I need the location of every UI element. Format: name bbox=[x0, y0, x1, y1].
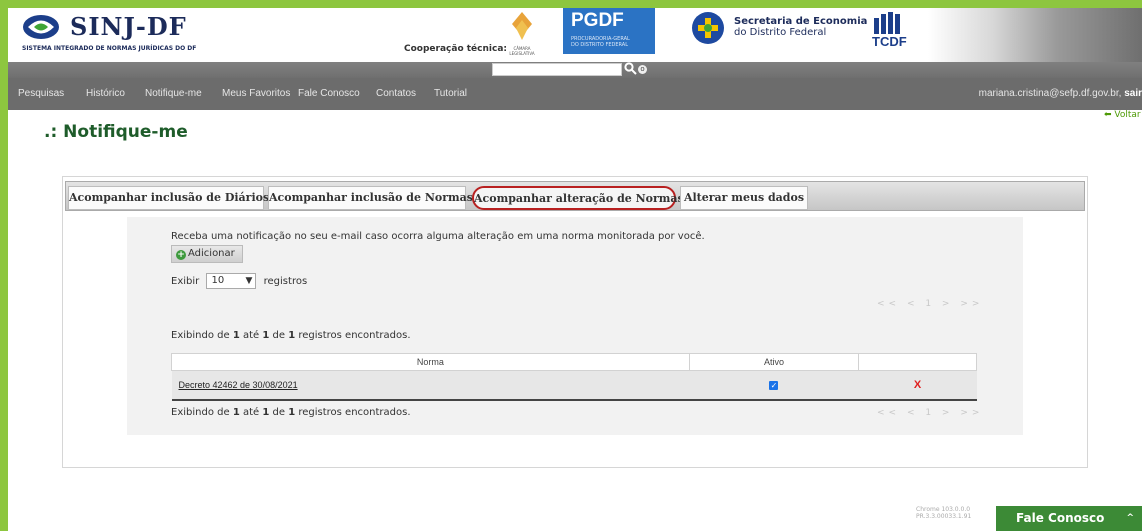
sinj-logo[interactable]: SINJ-DF SISTEMA INTEGRADO DE NORMAS JURÍ… bbox=[22, 12, 242, 60]
page-frame-top bbox=[0, 0, 1142, 8]
delete-icon[interactable]: X bbox=[914, 379, 921, 391]
sinj-logo-icon bbox=[23, 15, 59, 39]
user-info: mariana.cristina@sefp.df.gov.br, sair bbox=[979, 88, 1142, 99]
camara-logo[interactable]: CÂMARA LEGISLATIVA bbox=[502, 10, 542, 58]
user-email: mariana.cristina@sefp.df.gov.br, bbox=[978, 88, 1122, 99]
site-header: SINJ-DF SISTEMA INTEGRADO DE NORMAS JURÍ… bbox=[8, 8, 1142, 62]
nav-item-pesquisas[interactable]: Pesquisas bbox=[18, 88, 64, 99]
info-total: 1 bbox=[288, 407, 296, 418]
nav-item-fale-conosco[interactable]: Fale Conosco bbox=[298, 88, 360, 99]
page-size-value: 10 bbox=[211, 275, 225, 286]
search-icon[interactable] bbox=[624, 62, 638, 78]
info-mid: até bbox=[242, 330, 260, 341]
pgdf-logo[interactable]: PGDF PROCURADORIA-GERAL DO DISTRITO FEDE… bbox=[563, 8, 655, 54]
records-info-bottom: Exibindo de 1 até 1 de 1 registros encon… bbox=[171, 407, 411, 418]
info-suffix: registros encontrados. bbox=[298, 407, 411, 418]
version-info: Chrome 103.0.0.0 PR.3.3.00033.1.91 bbox=[916, 506, 971, 520]
add-button-label: Adicionar bbox=[188, 248, 235, 259]
notification-panel: Acompanhar inclusão de Diários Acompanha… bbox=[62, 176, 1088, 468]
version-line-1: Chrome 103.0.0.0 bbox=[916, 506, 971, 513]
info-from: 1 bbox=[232, 330, 240, 341]
records-info-top: Exibindo de 1 até 1 de 1 registros encon… bbox=[171, 330, 411, 341]
info-suffix: registros encontrados. bbox=[298, 330, 411, 341]
tab-bar: Acompanhar inclusão de Diários Acompanha… bbox=[65, 181, 1085, 211]
page-title: .: Notifique-me bbox=[44, 122, 188, 142]
camara-emblem-icon bbox=[512, 12, 532, 40]
info-total: 1 bbox=[288, 330, 296, 341]
pagination-bottom[interactable]: << < 1 > >> bbox=[877, 408, 983, 418]
add-button[interactable]: + Adicionar bbox=[171, 245, 243, 263]
nav-item-meus-favoritos[interactable]: Meus Favoritos bbox=[222, 88, 290, 99]
tcdf-logo[interactable]: TCDF bbox=[866, 10, 916, 54]
pgdf-title: PGDF bbox=[571, 10, 624, 31]
table-header-row: Norma Ativo bbox=[171, 353, 977, 371]
back-label: Voltar bbox=[1114, 110, 1141, 120]
logo-subtitle: SISTEMA INTEGRADO DE NORMAS JURÍDICAS DO… bbox=[22, 45, 197, 52]
tab-alteracao-normas[interactable]: Acompanhar alteração de Normas bbox=[472, 186, 684, 210]
column-header-ativo: Ativo bbox=[688, 353, 860, 371]
plus-icon: + bbox=[176, 250, 186, 260]
fale-conosco-label: Fale Conosco bbox=[1016, 511, 1105, 525]
page-size-row: Exibir 10 ▼ registros bbox=[171, 273, 307, 289]
nav-item-contatos[interactable]: Contatos bbox=[376, 88, 416, 99]
info-prefix: Exibindo de bbox=[171, 330, 230, 341]
actions-cell: X bbox=[858, 370, 977, 401]
tcdf-emblem-icon bbox=[874, 12, 900, 34]
pgdf-sub-line-2: DO DISTRITO FEDERAL bbox=[571, 42, 628, 48]
fale-conosco-button[interactable]: Fale Conosco ^ bbox=[996, 506, 1142, 531]
tab-inclusao-normas[interactable]: Acompanhar inclusão de Normas bbox=[268, 186, 473, 210]
search-options-icon[interactable]: o bbox=[638, 65, 647, 74]
chevron-down-icon: ▼ bbox=[245, 276, 253, 286]
info-of: de bbox=[272, 407, 286, 418]
tab-alterar-dados[interactable]: Alterar meus dados bbox=[680, 186, 808, 210]
header-banner-image bbox=[928, 8, 1142, 62]
ativo-cell: ✓ bbox=[689, 370, 859, 401]
secretaria-subtitle: do Distrito Federal bbox=[734, 27, 827, 38]
info-from: 1 bbox=[232, 407, 240, 418]
pgdf-subtitle: PROCURADORIA-GERAL DO DISTRITO FEDERAL bbox=[571, 36, 630, 48]
logout-link[interactable]: sair bbox=[1124, 88, 1142, 99]
info-of: de bbox=[272, 330, 286, 341]
norms-table: Norma Ativo Decreto 42462 de 30/08/2021 … bbox=[171, 353, 977, 401]
description-text: Receba uma notificação no seu e-mail cas… bbox=[171, 231, 705, 242]
search-bar: o bbox=[8, 62, 1142, 78]
search-input[interactable] bbox=[492, 63, 622, 76]
info-mid: até bbox=[242, 407, 260, 418]
info-prefix: Exibindo de bbox=[171, 407, 230, 418]
version-line-2: PR.3.3.00033.1.91 bbox=[916, 513, 972, 520]
info-to: 1 bbox=[262, 407, 270, 418]
nav-item-historico[interactable]: Histórico bbox=[86, 88, 125, 99]
nav-item-notifique-me[interactable]: Notifique-me bbox=[145, 88, 202, 99]
secretaria-title: Secretaria de Economia bbox=[734, 16, 868, 27]
back-arrow-icon: ⬅ bbox=[1104, 110, 1112, 120]
records-label: registros bbox=[263, 276, 308, 287]
tab-inclusao-diarios[interactable]: Acompanhar inclusão de Diários bbox=[68, 186, 269, 210]
ativo-checkbox[interactable]: ✓ bbox=[769, 381, 779, 390]
page-frame-left bbox=[0, 0, 8, 531]
norma-cell: Decreto 42462 de 30/08/2021 bbox=[171, 370, 690, 401]
secretaria-logo[interactable]: Secretaria de Economia do Distrito Feder… bbox=[692, 12, 867, 52]
secretaria-emblem-icon bbox=[692, 12, 724, 44]
nav-item-tutorial[interactable]: Tutorial bbox=[434, 88, 467, 99]
column-header-actions bbox=[858, 353, 977, 371]
page-size-select[interactable]: 10 ▼ bbox=[206, 273, 257, 289]
norma-link[interactable]: Decreto 42462 de 30/08/2021 bbox=[173, 380, 298, 390]
info-to: 1 bbox=[262, 330, 270, 341]
chevron-up-icon: ^ bbox=[1126, 513, 1134, 523]
camara-text: CÂMARA LEGISLATIVA bbox=[509, 46, 535, 56]
table-row: Decreto 42462 de 30/08/2021 ✓ X bbox=[171, 370, 977, 401]
logo-title: SINJ-DF bbox=[70, 12, 187, 41]
column-header-norma: Norma bbox=[171, 353, 690, 371]
tcdf-text: TCDF bbox=[872, 34, 907, 49]
main-nav: Pesquisas Histórico Notifique-me Meus Fa… bbox=[8, 78, 1142, 110]
tab-content: Receba uma notificação no seu e-mail cas… bbox=[127, 217, 1023, 435]
cooperation-label: Cooperação técnica: bbox=[404, 44, 507, 54]
back-link[interactable]: ⬅ Voltar bbox=[1104, 110, 1141, 120]
show-label: Exibir bbox=[171, 276, 200, 287]
pagination-top[interactable]: << < 1 > >> bbox=[877, 299, 983, 309]
